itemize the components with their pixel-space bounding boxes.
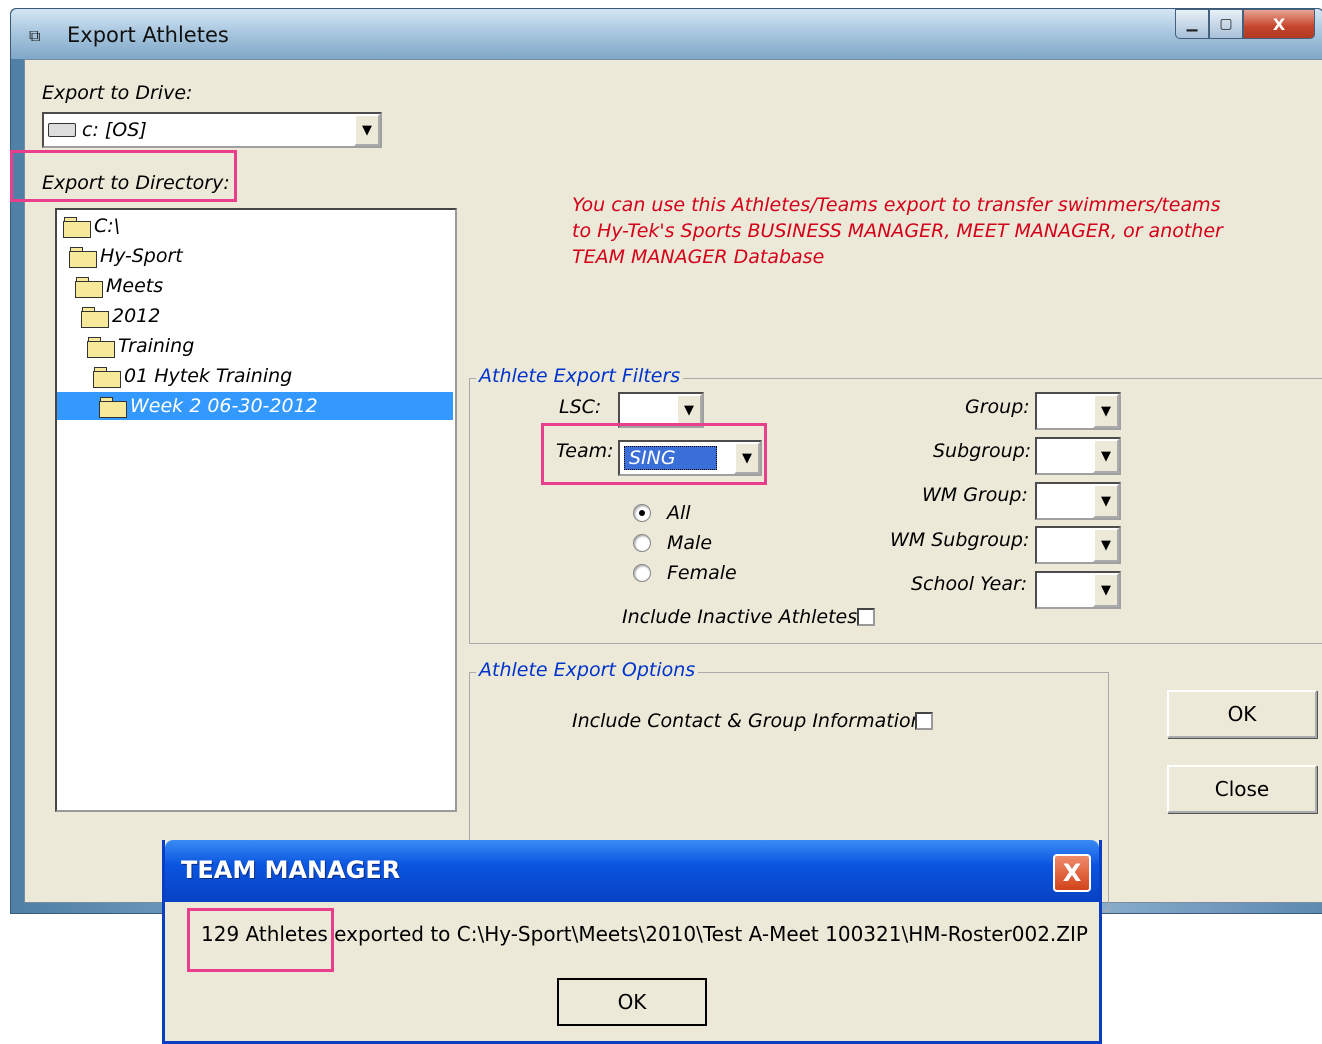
tree-item-week2[interactable]: Week 2 06-30-2012 (57, 392, 453, 420)
tree-item-training[interactable]: Training (87, 332, 194, 360)
export-athletes-window: ⧉ Export Athletes ▁ ▢ X Export to Drive:… (10, 8, 1322, 914)
athlete-count: 129 Athletes (201, 922, 328, 946)
message-ok-button[interactable]: OK (557, 978, 707, 1026)
message-close-button[interactable]: X (1053, 854, 1091, 892)
radio-icon (633, 564, 651, 582)
tree-item-hy-sport[interactable]: Hy-Sport (69, 242, 183, 270)
school-year-label: School Year: (911, 573, 1028, 595)
tree-item-label: 01 Hytek Training (124, 365, 293, 387)
close-icon: X (1272, 14, 1286, 34)
drive-icon (48, 123, 76, 137)
inactive-label: Include Inactive Athletes (622, 606, 858, 628)
group-label: Group: (965, 396, 1030, 418)
team-label: Team: (556, 440, 614, 462)
folder-open-icon (63, 216, 91, 238)
chevron-down-icon[interactable]: ▼ (1093, 394, 1119, 428)
radio-label: All (667, 502, 691, 524)
maximize-button[interactable]: ▢ (1209, 9, 1243, 39)
team-value: SING (624, 446, 717, 470)
ok-button[interactable]: OK (1167, 690, 1317, 738)
options-group-title: Athlete Export Options (476, 659, 699, 681)
app-icon: ⧉ (29, 26, 41, 45)
tree-item-label: Hy-Sport (100, 245, 183, 267)
tree-item-label: C:\ (94, 215, 121, 237)
folder-open-icon (69, 246, 97, 268)
window-title: Export Athletes (67, 23, 229, 47)
drive-value: c: [OS] (82, 119, 147, 141)
title-bar[interactable]: ⧉ Export Athletes ▁ ▢ X (11, 9, 1322, 59)
chevron-down-icon[interactable]: ▼ (1093, 439, 1119, 473)
folder-open-icon (75, 276, 103, 298)
message-title: TEAM MANAGER (181, 856, 401, 884)
lsc-label: LSC: (559, 396, 602, 418)
tree-item-label: 2012 (112, 305, 161, 327)
filters-group-title: Athlete Export Filters (476, 365, 684, 387)
tree-item-2012[interactable]: 2012 (81, 302, 160, 330)
folder-icon (99, 396, 127, 418)
dialog-body: Export to Drive: c: [OS] ▼ Export to Dir… (24, 59, 1322, 912)
radio-female[interactable]: Female (633, 562, 737, 584)
contact-label: Include Contact & Group Information (572, 710, 923, 732)
close-button[interactable]: Close (1167, 765, 1317, 813)
school-year-select[interactable]: ▼ (1035, 571, 1121, 609)
message-title-bar[interactable]: TEAM MANAGER X (165, 840, 1099, 902)
subgroup-select[interactable]: ▼ (1035, 437, 1121, 475)
tree-item-meets[interactable]: Meets (75, 272, 163, 300)
export-notice: You can use this Athletes/Teams export t… (572, 194, 1223, 268)
tree-item-label: Training (118, 335, 195, 357)
folder-open-icon (93, 366, 121, 388)
chevron-down-icon[interactable]: ▼ (1093, 484, 1119, 518)
minimize-icon: ▁ (1186, 16, 1198, 32)
radio-label: Male (667, 532, 713, 554)
folder-open-icon (81, 306, 109, 328)
drive-label: Export to Drive: (42, 82, 193, 104)
close-icon: X (1062, 859, 1082, 887)
radio-label: Female (667, 562, 737, 584)
radio-all[interactable]: All (633, 502, 691, 524)
minimize-button[interactable]: ▁ (1175, 9, 1209, 39)
team-manager-message: TEAM MANAGER X 129 Athletes exported to … (162, 840, 1102, 1044)
wm-subgroup-select[interactable]: ▼ (1035, 526, 1121, 564)
folder-open-icon (87, 336, 115, 358)
contact-checkbox[interactable] (915, 712, 933, 730)
inactive-checkbox[interactable] (857, 608, 875, 626)
tree-item-label: Week 2 06-30-2012 (130, 395, 318, 417)
tree-item-c-root[interactable]: C:\ (63, 212, 120, 240)
radio-male[interactable]: Male (633, 532, 712, 554)
close-window-button[interactable]: X (1243, 9, 1315, 39)
chevron-down-icon[interactable]: ▼ (1093, 528, 1119, 562)
subgroup-label: Subgroup: (933, 440, 1032, 462)
message-text: 129 Athletes exported to C:\Hy-Sport\Mee… (201, 922, 1088, 946)
team-select[interactable]: SING ▼ (618, 440, 762, 476)
radio-icon (633, 534, 651, 552)
tree-item-label: Meets (106, 275, 164, 297)
drive-select[interactable]: c: [OS] ▼ (42, 112, 382, 148)
wm-group-label: WM Group: (922, 484, 1028, 506)
wm-group-select[interactable]: ▼ (1035, 482, 1121, 520)
chevron-down-icon[interactable]: ▼ (354, 114, 380, 146)
wm-subgroup-label: WM Subgroup: (890, 529, 1030, 551)
maximize-icon: ▢ (1219, 16, 1233, 32)
lsc-select[interactable]: ▼ (618, 392, 704, 428)
export-path: exported to C:\Hy-Sport\Meets\2010\Test … (327, 922, 1088, 946)
chevron-down-icon[interactable]: ▼ (1093, 573, 1119, 607)
directory-tree[interactable]: C:\ Hy-Sport Meets 2012 Training 01 Hyte… (55, 208, 457, 812)
chevron-down-icon[interactable]: ▼ (676, 394, 702, 426)
directory-label: Export to Directory: (42, 172, 230, 194)
tree-item-hytek-training[interactable]: 01 Hytek Training (93, 362, 292, 390)
window-controls: ▁ ▢ X (1175, 9, 1315, 39)
chevron-down-icon[interactable]: ▼ (734, 442, 760, 474)
group-select[interactable]: ▼ (1035, 392, 1121, 430)
radio-selected-icon (633, 504, 651, 522)
